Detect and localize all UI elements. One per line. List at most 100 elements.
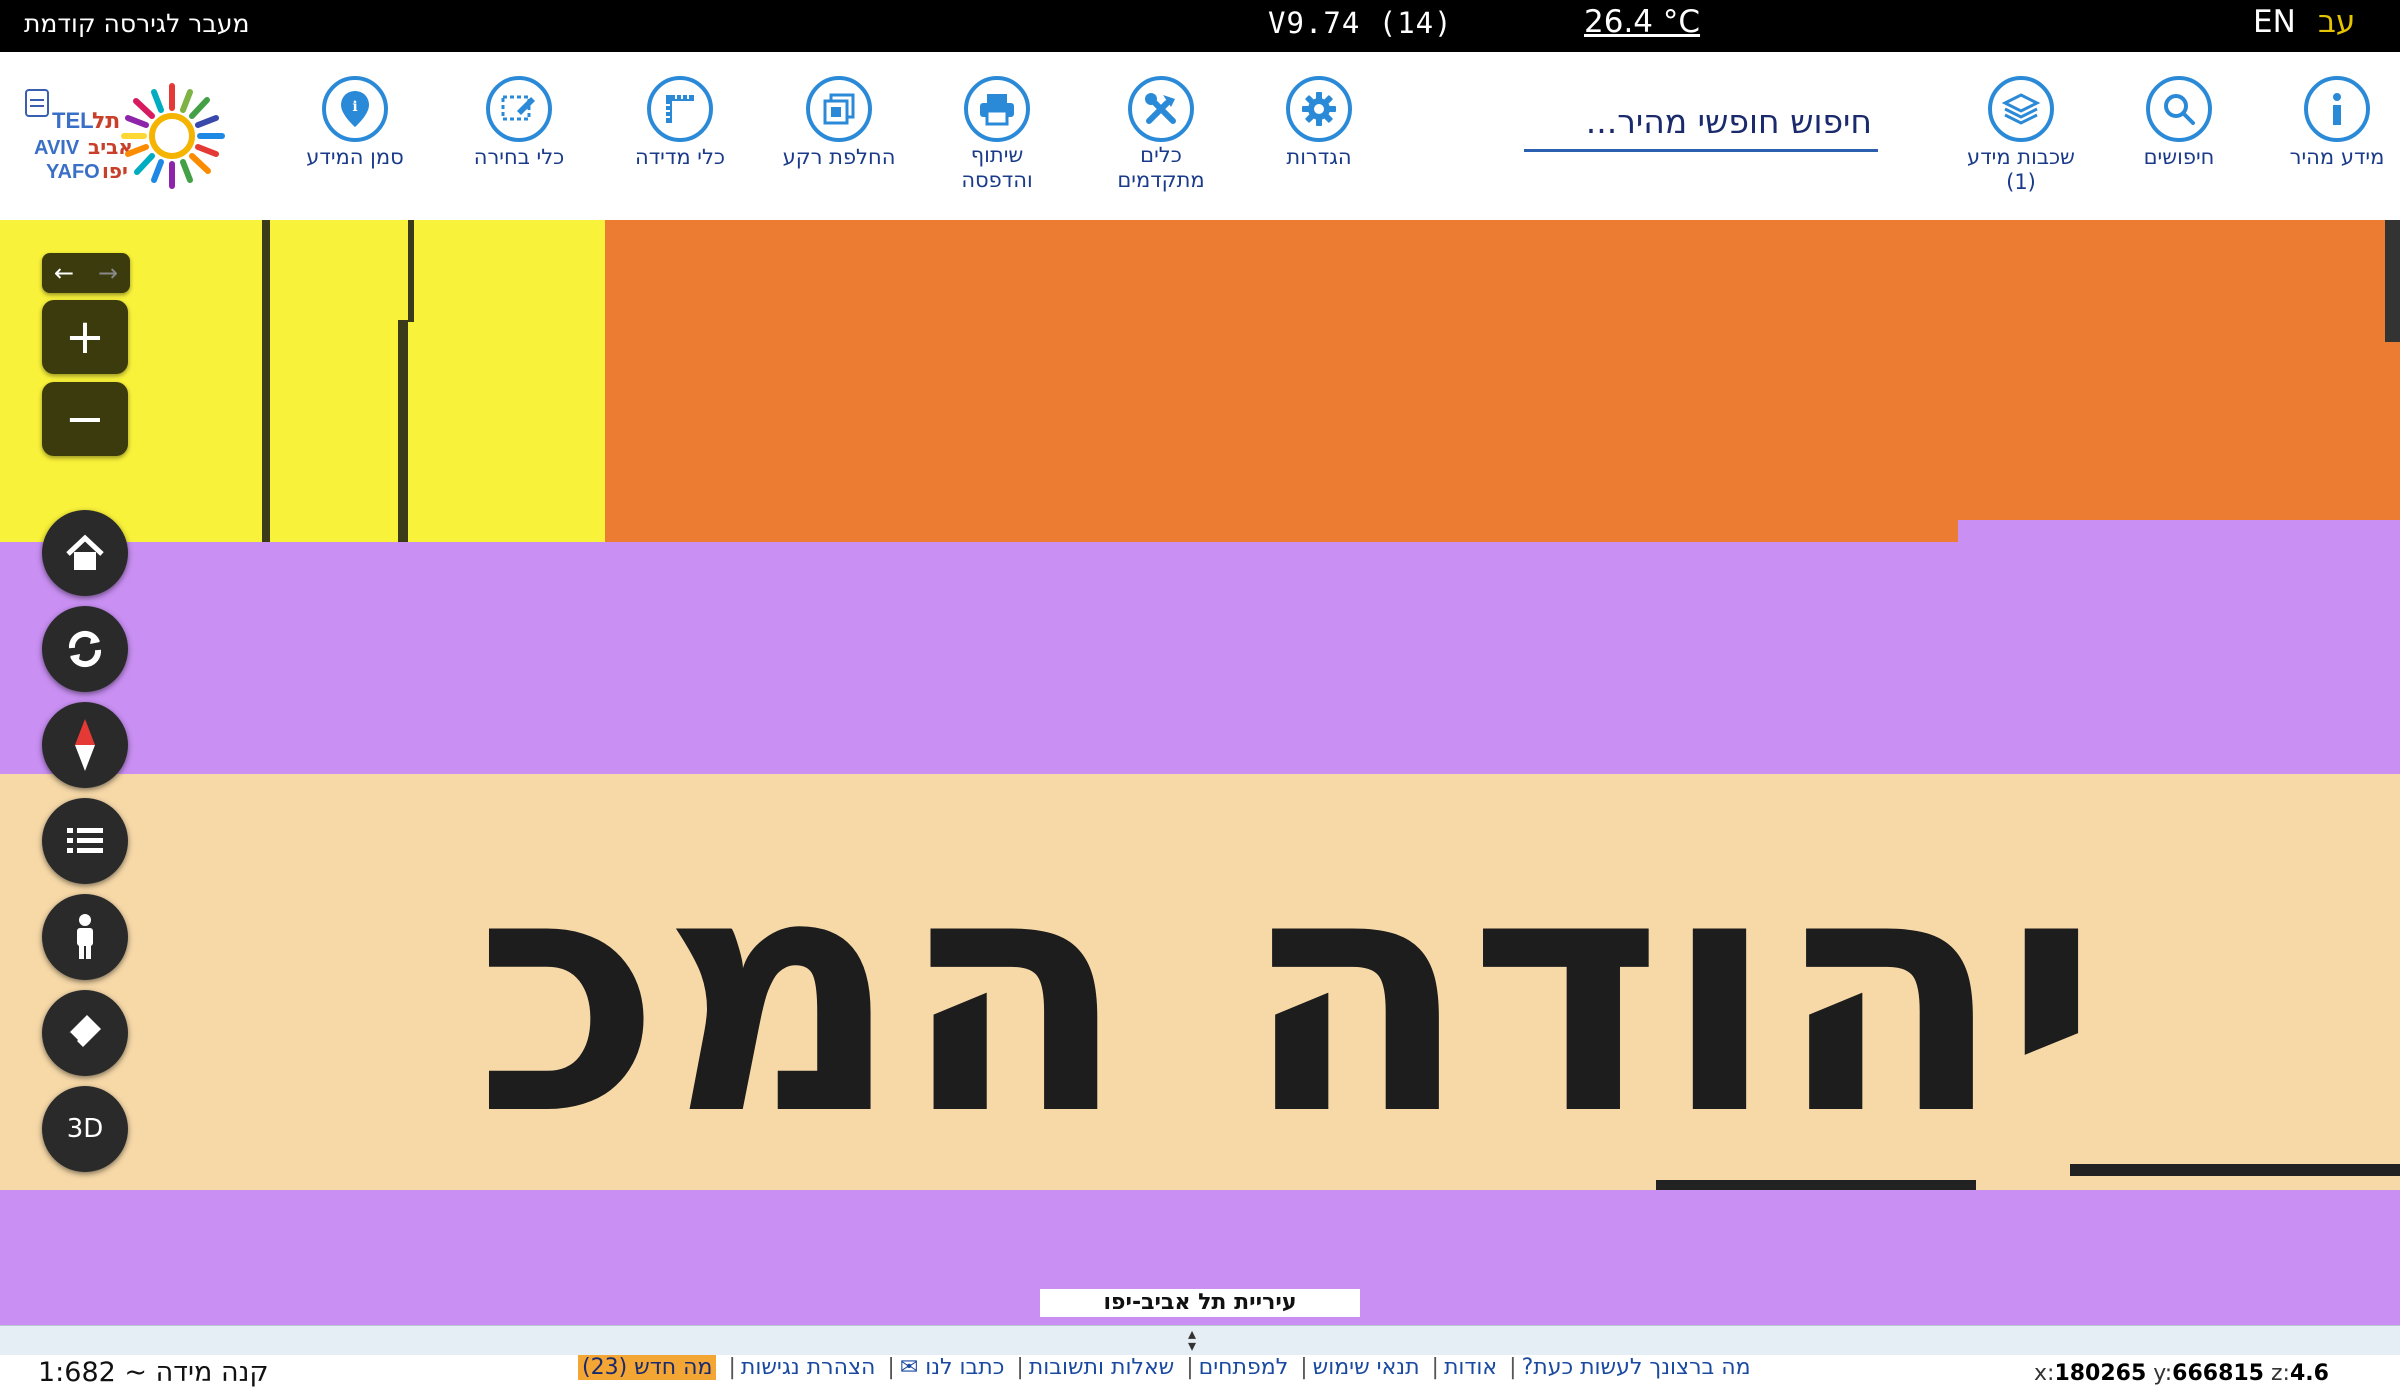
street-view-button[interactable] xyxy=(42,894,128,980)
ruler-icon xyxy=(647,76,713,142)
logo-seal-icon xyxy=(25,89,49,117)
tool-label-line2: מתקדמים xyxy=(1117,168,1205,192)
z-value: 4.6 xyxy=(2289,1361,2329,1386)
language-en-button[interactable]: EN xyxy=(2253,4,2296,40)
map-boundary-line xyxy=(398,320,408,542)
tool-share-print[interactable]: שיתוף והדפסה xyxy=(922,76,1072,194)
zoom-in-button[interactable]: + xyxy=(42,300,128,374)
pin-icon: i xyxy=(322,76,388,142)
select-icon xyxy=(486,76,552,142)
tool-label: שכבות מידע xyxy=(1967,145,2075,169)
svg-text:תל: תל xyxy=(92,109,120,134)
svg-text:יפו: יפו xyxy=(102,159,128,183)
map-canvas[interactable]: יהודה המכ xyxy=(0,220,2400,1325)
compass-icon xyxy=(75,719,95,771)
footer-links: מה ברצונך לעשות כעת?| אודות| תנאי שימוש|… xyxy=(578,1355,1751,1380)
svg-text:TEL: TEL xyxy=(52,108,94,133)
map-boundary-line xyxy=(2385,220,2400,342)
footer-link[interactable]: תנאי שימוש xyxy=(1313,1355,1420,1380)
tool-label: סמן המידע xyxy=(306,145,404,169)
printer-icon xyxy=(964,76,1030,142)
top-bar: מעבר לגירסה קודמת V9.74 (14) 26.4 °C EN … xyxy=(0,0,2400,52)
map-parcel-purple xyxy=(0,542,2400,774)
toolbar: TEL AVIV YAFO תל אביב יפו i סמן המידע כל… xyxy=(0,52,2400,221)
tool-label: חיפושים xyxy=(2143,145,2215,169)
temperature-link[interactable]: 26.4 °C xyxy=(1584,4,1700,40)
arrow-right-icon[interactable]: → xyxy=(98,259,118,287)
search-icon xyxy=(2146,76,2212,142)
pan-arrows[interactable]: ← → xyxy=(42,253,130,293)
y-label: y: xyxy=(2153,1361,2173,1386)
map-boundary-line xyxy=(262,220,270,542)
panel-resize-handle[interactable]: ▴ ▾ xyxy=(0,1325,2400,1356)
tool-label: החלפת רקע xyxy=(782,145,896,169)
3d-button[interactable]: 3D xyxy=(42,1086,128,1172)
info-icon xyxy=(2304,76,2370,142)
refresh-icon xyxy=(68,630,102,668)
map-street-label: יהודה המכ xyxy=(474,803,2100,1187)
list-icon xyxy=(67,828,103,853)
footer-link[interactable]: כתבו לנו ✉ xyxy=(900,1355,1005,1380)
home-button[interactable] xyxy=(42,510,128,596)
tool-label: שיתוף xyxy=(970,143,1024,167)
tool-label: כלי בחירה xyxy=(473,145,565,169)
layers-icon xyxy=(1988,76,2054,142)
gear-icon xyxy=(1286,76,1352,142)
arrow-left-icon[interactable]: ← xyxy=(54,259,74,287)
map-boundary-line xyxy=(2070,1164,2400,1176)
svg-text:AVIV: AVIV xyxy=(34,137,80,159)
footer: קנה מידה ~ 1:682 מה ברצונך לעשות כעת?| א… xyxy=(0,1355,2400,1392)
tool-settings[interactable]: הגדרות xyxy=(1244,76,1394,171)
tel-aviv-logo[interactable]: TEL AVIV YAFO תל אביב יפו xyxy=(22,76,252,196)
refresh-button[interactable] xyxy=(42,606,128,692)
version-label: V9.74 (14) xyxy=(1268,6,1453,40)
map-parcel-orange xyxy=(605,220,2400,542)
svg-text:i: i xyxy=(352,99,357,115)
x-value: 180265 xyxy=(2054,1361,2147,1386)
tool-measure[interactable]: כלי מדידה xyxy=(605,76,755,171)
tool-searches[interactable]: חיפושים xyxy=(2104,76,2254,171)
coordinates-readout: x:180265 y:666815 z:4.6 xyxy=(2034,1361,2329,1386)
z-label: z: xyxy=(2271,1361,2290,1386)
footer-link[interactable]: הצהרת נגישות xyxy=(741,1355,876,1380)
language-he-button[interactable]: עב xyxy=(2318,4,2355,40)
tool-label: הגדרות xyxy=(1286,145,1352,169)
tool-info-marker[interactable]: i סמן המידע xyxy=(280,76,430,171)
footer-link[interactable]: מה ברצונך לעשות כעת? xyxy=(1522,1355,1751,1380)
y-value: 666815 xyxy=(2172,1361,2264,1386)
minus-icon: − xyxy=(64,391,106,447)
map-boundary-line xyxy=(408,220,414,322)
plus-icon: + xyxy=(64,309,106,365)
tool-label: מידע מהיר xyxy=(2289,145,2385,169)
tools-icon xyxy=(1128,76,1194,142)
compass-button[interactable] xyxy=(42,702,128,788)
previous-version-link[interactable]: מעבר לגירסה קודמת xyxy=(24,9,249,38)
footer-link[interactable]: אודות xyxy=(1444,1355,1497,1380)
footer-link[interactable]: שאלות ותשובות xyxy=(1029,1355,1174,1380)
layers-count-badge: (1) xyxy=(2006,170,2036,194)
map-attribution: עיריית תל אביב-יפו xyxy=(1040,1289,1360,1317)
tool-select[interactable]: כלי בחירה xyxy=(444,76,594,171)
quick-search-input[interactable]: חיפוש חופשי מהיר... xyxy=(1524,102,1878,152)
basemap-icon xyxy=(806,76,872,142)
tool-label: כלי מדידה xyxy=(634,145,726,169)
svg-text:YAFO: YAFO xyxy=(46,161,100,183)
scale-label: קנה מידה ~ 1:682 xyxy=(38,1357,269,1388)
tool-basemap[interactable]: החלפת רקע xyxy=(764,76,914,171)
whats-new-badge[interactable]: מה חדש (23) xyxy=(578,1355,717,1380)
tool-advanced[interactable]: כלים מתקדמים xyxy=(1086,76,1236,194)
map-parcel-purple-edge xyxy=(1958,520,2400,542)
legend-button[interactable] xyxy=(42,798,128,884)
drag-handle-icon[interactable]: ▴ ▾ xyxy=(1188,1326,1196,1354)
person-icon xyxy=(77,914,93,959)
footer-link[interactable]: למפתחים xyxy=(1199,1355,1289,1380)
eraser-button[interactable] xyxy=(42,990,128,1076)
tool-quick-info[interactable]: מידע מהיר xyxy=(2262,76,2400,171)
tool-label-line2: והדפסה xyxy=(961,168,1033,192)
tool-info-layers[interactable]: שכבות מידע (1) xyxy=(1946,76,2096,196)
tool-label: כלים xyxy=(1140,143,1182,167)
zoom-out-button[interactable]: − xyxy=(42,382,128,456)
eraser-icon xyxy=(67,1015,101,1047)
home-icon xyxy=(66,534,104,570)
x-label: x: xyxy=(2034,1361,2055,1386)
